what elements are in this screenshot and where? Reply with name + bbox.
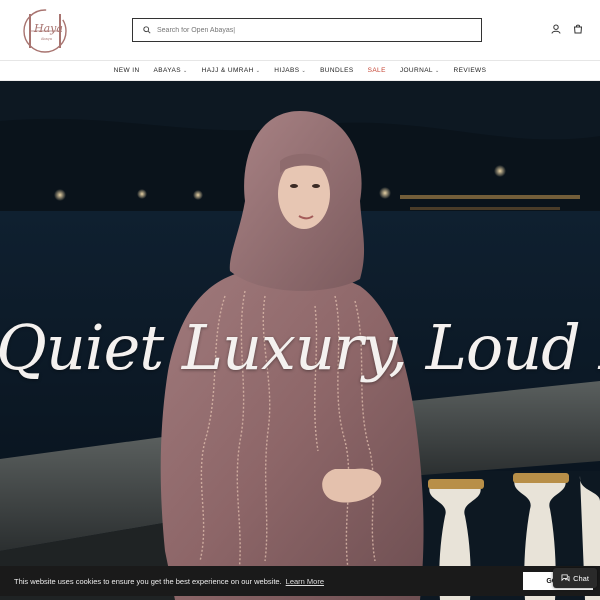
nav-item-reviews[interactable]: REVIEWS <box>454 67 487 74</box>
svg-text:Abaya: Abaya <box>41 37 52 41</box>
hero-headline: Quiet Luxury, Loud Presence <box>0 311 600 384</box>
cookie-message: This website uses cookies to ensure you … <box>14 576 282 586</box>
chevron-down-icon: ⌄ <box>255 67 261 74</box>
learn-more-link[interactable]: Learn More <box>286 577 324 586</box>
nav-item-hijabs[interactable]: HIJABS ⌄ <box>274 67 306 74</box>
nav-label: BUNDLES <box>320 67 354 74</box>
search-bar[interactable] <box>132 18 482 42</box>
chat-button[interactable]: Chat <box>553 568 597 588</box>
account-icon[interactable] <box>550 23 562 35</box>
chevron-down-icon: ⌄ <box>183 67 188 74</box>
search-input[interactable] <box>157 20 481 40</box>
chevron-down-icon: ⌄ <box>301 67 307 74</box>
logo-mark: Haya Abaya <box>23 9 67 53</box>
brand-logo[interactable]: Haya Abaya <box>20 6 70 56</box>
nav-item-sale[interactable]: SALE <box>368 67 386 74</box>
hero-banner[interactable]: Quiet Luxury, Loud Presence <box>0 81 600 600</box>
nav-label: HIJABS <box>274 67 300 74</box>
nav-item-journal[interactable]: JOURNAL ⌄ <box>400 67 440 74</box>
site-header: Haya Abaya <box>0 0 600 61</box>
search-icon[interactable] <box>137 19 157 41</box>
nav-item-new-in[interactable]: NEW IN <box>114 67 140 74</box>
nav-label: NEW IN <box>113 67 140 74</box>
svg-text:Haya: Haya <box>33 22 63 35</box>
nav-label: ABAYAS <box>153 67 181 74</box>
nav-item-bundles[interactable]: BUNDLES <box>320 67 354 74</box>
nav-item-hajj-umrah[interactable]: HAJJ & UMRAH ⌄ <box>202 67 261 74</box>
chat-icon <box>561 574 570 582</box>
cookie-banner: This website uses cookies to ensure you … <box>0 566 600 596</box>
nav-label: REVIEWS <box>453 67 487 74</box>
main-nav: NEW IN ABAYAS ⌄ HAJJ & UMRAH ⌄ HIJABS ⌄ BUN… <box>0 61 600 81</box>
nav-item-abayas[interactable]: ABAYAS ⌄ <box>154 67 188 74</box>
nav-label: HAJJ & UMRAH <box>201 67 254 74</box>
chevron-down-icon: ⌄ <box>434 67 440 74</box>
nav-label: JOURNAL <box>399 67 433 74</box>
chat-label: Chat <box>573 573 589 583</box>
nav-label: SALE <box>367 67 386 74</box>
cart-icon[interactable] <box>572 23 584 35</box>
